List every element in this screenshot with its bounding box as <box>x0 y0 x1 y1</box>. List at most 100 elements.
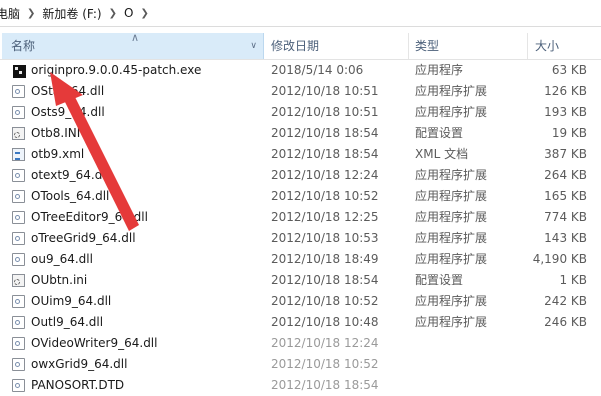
file-date: 2012/10/18 10:48 <box>271 315 379 329</box>
file-list: originpro.9.0.0.45-patch.exe 2018/5/14 0:… <box>0 60 601 396</box>
file-type: XML 文档 <box>415 147 469 161</box>
file-date: 2012/10/18 18:54 <box>271 147 379 161</box>
dll-file-icon <box>12 316 25 329</box>
file-row[interactable]: OUbtn.ini 2012/10/18 18:54 配置设置 1 KB <box>0 270 601 291</box>
file-name: otext9_64.dll <box>31 168 110 182</box>
dll-file-icon <box>12 232 25 245</box>
chevron-right-icon[interactable]: ❯ <box>106 8 120 19</box>
file-type: 应用程序扩展 <box>415 84 488 98</box>
file-date: 2012/10/18 18:49 <box>271 252 379 266</box>
dll-file-icon <box>12 379 25 392</box>
file-name: otb9.xml <box>31 147 85 161</box>
breadcrumb-item-folder[interactable]: O <box>120 6 137 20</box>
file-type: 应用程序 <box>415 63 464 77</box>
file-date: 2012/10/18 10:53 <box>271 231 379 245</box>
file-name: OTreeEditor9_64.dll <box>31 210 148 224</box>
sort-ascending-icon: ∧ <box>131 31 140 44</box>
file-size: 126 KB <box>544 84 587 98</box>
file-row[interactable]: OStat_64.dll 2012/10/18 10:51 应用程序扩展 126 KB <box>0 81 601 102</box>
column-header-type-label: 类型 <box>415 39 440 53</box>
breadcrumb-item-drive[interactable]: 新加卷 (F:) <box>38 5 105 22</box>
file-size: 246 KB <box>544 315 587 329</box>
file-date: 2012/10/18 12:24 <box>271 336 379 350</box>
file-row[interactable]: oTreeGrid9_64.dll 2012/10/18 10:53 应用程序扩展 1… <box>0 228 601 249</box>
file-name: Outl9_64.dll <box>31 315 104 329</box>
settings-file-icon <box>12 127 25 140</box>
dll-file-icon <box>12 106 25 119</box>
column-header-size-label: 大小 <box>535 39 560 53</box>
file-row[interactable]: otb9.xml 2012/10/18 18:54 XML 文档 387 KB <box>0 144 601 165</box>
file-type: 应用程序扩展 <box>415 189 488 203</box>
file-row[interactable]: owxGrid9_64.dll 2012/10/18 10:52 <box>0 354 601 375</box>
file-row[interactable]: OTools_64.dll 2012/10/18 10:52 应用程序扩展 165 K… <box>0 186 601 207</box>
file-row[interactable]: otext9_64.dll 2012/10/18 12:24 应用程序扩展 264 K… <box>0 165 601 186</box>
breadcrumb: 电脑 ❯ 新加卷 (F:) ❯ O ❯ <box>0 0 601 27</box>
column-header-size[interactable]: 大小 <box>528 33 601 59</box>
file-name: ou9_64.dll <box>31 252 93 266</box>
file-size: 264 KB <box>544 168 587 182</box>
file-size: 242 KB <box>544 294 587 308</box>
file-date: 2012/10/18 12:24 <box>271 168 379 182</box>
dll-file-icon <box>12 253 25 266</box>
dll-file-icon <box>12 295 25 308</box>
file-name: owxGrid9_64.dll <box>31 357 128 371</box>
file-name: OUbtn.ini <box>31 273 88 287</box>
xml-file-icon <box>12 148 25 161</box>
column-header-type[interactable]: 类型 <box>409 33 528 59</box>
column-header-name[interactable]: ∧ 名称 ∨ <box>2 31 264 59</box>
file-name: OUim9_64.dll <box>31 294 112 308</box>
file-row[interactable]: originpro.9.0.0.45-patch.exe 2018/5/14 0:… <box>0 60 601 81</box>
column-header-date[interactable]: 修改日期 <box>264 33 409 59</box>
file-row[interactable]: Osts9_64.dll 2012/10/18 10:51 应用程序扩展 193 KB <box>0 102 601 123</box>
dll-file-icon <box>12 190 25 203</box>
file-date: 2012/10/18 10:52 <box>271 294 379 308</box>
file-size: 143 KB <box>544 231 587 245</box>
file-name: PANOSORT.DTD <box>31 378 125 392</box>
file-date: 2012/10/18 18:54 <box>271 273 379 287</box>
dll-file-icon <box>12 358 25 371</box>
chevron-down-icon[interactable]: ∨ <box>250 33 257 59</box>
file-date: 2012/10/18 10:51 <box>271 84 379 98</box>
file-type: 应用程序扩展 <box>415 252 488 266</box>
file-size: 1 KB <box>559 273 587 287</box>
column-header-name-label: 名称 <box>11 39 36 53</box>
file-type: 应用程序扩展 <box>415 105 488 119</box>
file-row[interactable]: OTreeEditor9_64.dll 2012/10/18 12:25 应用程序扩… <box>0 207 601 228</box>
column-header-date-label: 修改日期 <box>271 39 320 53</box>
file-date: 2018/5/14 0:06 <box>271 63 364 77</box>
file-name: Otb8.INI <box>31 126 81 140</box>
file-name: OStat_64.dll <box>31 84 105 98</box>
file-type: 应用程序扩展 <box>415 315 488 329</box>
file-date: 2012/10/18 18:54 <box>271 378 379 392</box>
file-size: 19 KB <box>551 126 587 140</box>
chevron-right-icon[interactable]: ❯ <box>137 8 151 19</box>
file-row[interactable]: ou9_64.dll 2012/10/18 18:49 应用程序扩展 4,190 KB <box>0 249 601 270</box>
file-row[interactable]: OUim9_64.dll 2012/10/18 10:52 应用程序扩展 242 KB <box>0 291 601 312</box>
column-header: ∧ 名称 ∨ 修改日期 类型 大小 <box>0 31 601 60</box>
file-name: OVideoWriter9_64.dll <box>31 336 158 350</box>
file-date: 2012/10/18 18:54 <box>271 126 379 140</box>
dll-file-icon <box>12 211 25 224</box>
file-date: 2012/10/18 10:52 <box>271 357 379 371</box>
file-size: 193 KB <box>544 105 587 119</box>
file-size: 165 KB <box>544 189 587 203</box>
file-size: 774 KB <box>544 210 587 224</box>
file-size: 63 KB <box>551 63 587 77</box>
file-row[interactable]: OVideoWriter9_64.dll 2012/10/18 12:24 <box>0 333 601 354</box>
settings-file-icon <box>12 274 25 287</box>
breadcrumb-item-computer[interactable]: 电脑 <box>0 5 24 22</box>
file-date: 2012/10/18 12:25 <box>271 210 379 224</box>
chevron-right-icon[interactable]: ❯ <box>24 8 38 19</box>
file-row[interactable]: PANOSORT.DTD 2012/10/18 18:54 <box>0 375 601 396</box>
file-type: 应用程序扩展 <box>415 168 488 182</box>
file-date: 2012/10/18 10:52 <box>271 189 379 203</box>
file-name: Osts9_64.dll <box>31 105 105 119</box>
file-size: 4,190 KB <box>532 252 587 266</box>
dll-file-icon <box>12 85 25 98</box>
file-row[interactable]: Otb8.INI 2012/10/18 18:54 配置设置 19 KB <box>0 123 601 144</box>
file-type: 应用程序扩展 <box>415 210 488 224</box>
file-row[interactable]: Outl9_64.dll 2012/10/18 10:48 应用程序扩展 246 KB <box>0 312 601 333</box>
file-type: 配置设置 <box>415 126 464 140</box>
file-type: 配置设置 <box>415 273 464 287</box>
file-name: oTreeGrid9_64.dll <box>31 231 136 245</box>
